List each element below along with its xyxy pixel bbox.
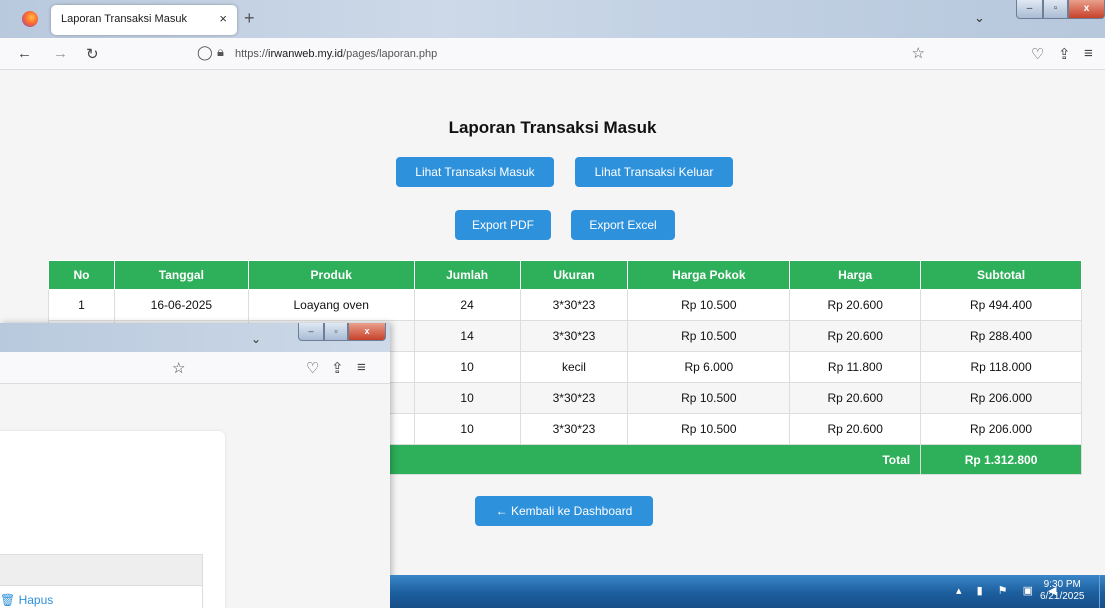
url-prefix: https:// — [235, 48, 269, 60]
table-cell: 14 — [413, 320, 521, 352]
table-cell: Rp 206.000 — [920, 382, 1082, 414]
clock-date: 6/21/2025 — [1040, 591, 1085, 602]
table-cell: 24 — [413, 289, 521, 321]
table-cell: 3*30*23 — [519, 382, 629, 414]
taskbar-clock[interactable]: 9:30 PM 6/21/2025 — [1040, 579, 1085, 603]
col-header: Produk — [247, 260, 415, 290]
table-cell: 1 — [48, 289, 115, 321]
maximize-button[interactable]: ▫ — [1043, 0, 1068, 19]
url-path: /pages/laporan.php — [343, 48, 438, 60]
table-header — [0, 554, 203, 586]
table-cell: 3*30*23 — [519, 413, 629, 445]
new-tab-icon[interactable]: + — [244, 8, 255, 29]
reload-icon[interactable]: ↻ — [86, 45, 99, 63]
show-desktop-button[interactable] — [1099, 575, 1105, 608]
table-cell: 10 — [413, 413, 521, 445]
menu-icon[interactable]: ≡ — [1084, 45, 1093, 62]
table-cell: 3*30*23 — [519, 289, 629, 321]
table-cell: Rp 6.000 — [627, 351, 791, 383]
url-host: irwanweb.my.id — [268, 48, 344, 60]
pocket-icon[interactable]: ♡ — [1031, 45, 1044, 63]
pocket-icon[interactable]: ♡ — [306, 359, 319, 377]
url-text[interactable]: https://irwanweb.my.id/pages/laporan.php — [235, 48, 437, 60]
clock-time: 9:30 PM — [1043, 579, 1081, 590]
bookmark-star-icon[interactable]: ☆ — [912, 44, 925, 62]
minimize-button[interactable]: – — [298, 323, 324, 341]
col-header: Ukuran — [519, 260, 629, 290]
table-cell: Rp 494.400 — [920, 289, 1082, 321]
screen: Laporan Transaksi Masuk × + ⌄ – ▫ x ← → … — [0, 0, 1105, 608]
close-tab-icon[interactable]: × — [219, 11, 227, 26]
col-header: Harga — [789, 260, 922, 290]
table-cell: Rp 20.600 — [789, 320, 922, 352]
table-cell: Rp 20.600 — [789, 413, 922, 445]
table-cell: Rp 10.500 — [627, 320, 791, 352]
lihat-transaksi-masuk-button[interactable]: Lihat Transaksi Masuk — [396, 157, 554, 187]
table-cell: Rp 11.800 — [789, 351, 922, 383]
lihat-transaksi-keluar-button[interactable]: Lihat Transaksi Keluar — [575, 157, 733, 187]
page-title: Laporan Transaksi Masuk — [448, 118, 657, 137]
total-value: Rp 1.312.800 — [920, 444, 1082, 475]
table-cell: Rp 20.600 — [789, 382, 922, 414]
second-window-tab-bar: ⌄ – ▫ x — [0, 323, 390, 352]
minimize-button[interactable]: – — [1016, 0, 1043, 19]
export-excel-button[interactable]: Export Excel — [571, 210, 675, 240]
back-to-dashboard-button[interactable]: ← Kembali ke Dashboard — [475, 496, 653, 526]
close-window-button[interactable]: x — [1068, 0, 1105, 19]
table-cell: 3*30*23 — [519, 320, 629, 352]
back-icon[interactable]: ← — [17, 45, 32, 62]
maximize-button[interactable]: ▫ — [324, 323, 348, 341]
table-cell: Rp 20.600 — [789, 289, 922, 321]
chevron-down-icon[interactable]: ⌄ — [251, 332, 261, 346]
address-bar[interactable]: ◯ 🔒︎ https://irwanweb.my.id/pages/lapora… — [193, 42, 929, 66]
navigation-toolbar: ← → ↻ ◯ 🔒︎ https://irwanweb.my.id/pages/… — [0, 38, 1105, 70]
col-header: Tanggal — [113, 260, 249, 290]
lock-icon[interactable]: 🔒︎ — [217, 44, 224, 60]
hapus-link[interactable]: 🗑 Hapus — [0, 593, 53, 607]
table-cell: Loayang oven — [247, 289, 415, 321]
share-icon[interactable]: ⇪ — [1058, 45, 1071, 63]
table-cell: Rp 10.500 — [627, 382, 791, 414]
table-cell: Rp 10.500 — [627, 289, 791, 321]
second-browser-window[interactable]: ⌄ – ▫ x ☆ ♡ ⇪ ≡ 🗑 Hapus — [0, 323, 390, 608]
chevron-down-icon[interactable]: ⌄ — [974, 10, 985, 26]
table-cell: 10 — [413, 382, 521, 414]
bookmark-star-icon[interactable]: ☆ — [172, 359, 185, 377]
active-tab[interactable]: Laporan Transaksi Masuk × — [51, 5, 237, 35]
menu-icon[interactable]: ≡ — [357, 359, 366, 376]
tracking-shield-icon[interactable]: ◯ — [197, 44, 213, 61]
close-window-button[interactable]: x — [348, 323, 386, 341]
firefox-icon[interactable] — [22, 11, 38, 27]
table-cell: Rp 288.400 — [920, 320, 1082, 352]
table-cell: Rp 206.000 — [920, 413, 1082, 445]
col-header: Subtotal — [920, 260, 1082, 290]
export-pdf-button[interactable]: Export PDF — [455, 210, 551, 240]
col-header: Harga Pokok — [627, 260, 791, 290]
table-cell: kecil — [519, 351, 629, 383]
table-header-row: No Tanggal Produk Jumlah Ukuran Harga Po… — [48, 260, 1082, 290]
tab-bar: Laporan Transaksi Masuk × + ⌄ – ▫ x — [0, 0, 1105, 38]
table-row: 1 16-06-2025 Loayang oven 24 3*30*23 Rp … — [48, 289, 1082, 321]
table-row: 🗑 Hapus — [0, 586, 203, 608]
table-cell: Rp 118.000 — [920, 351, 1082, 383]
table-cell: 16-06-2025 — [113, 289, 249, 321]
tab-title: Laporan Transaksi Masuk — [61, 13, 187, 25]
table-cell: 10 — [413, 351, 521, 383]
table-cell: Rp 10.500 — [627, 413, 791, 445]
col-header: No — [48, 260, 115, 290]
windows-taskbar: ▴ ▮ ⚑ ▣ ◀ 9:30 PM 6/21/2025 — [390, 575, 1105, 608]
col-header: Jumlah — [413, 260, 521, 290]
forward-icon[interactable]: → — [53, 45, 68, 62]
share-icon[interactable]: ⇪ — [331, 359, 344, 377]
second-window-toolbar: ☆ ♡ ⇪ ≡ — [0, 352, 390, 384]
